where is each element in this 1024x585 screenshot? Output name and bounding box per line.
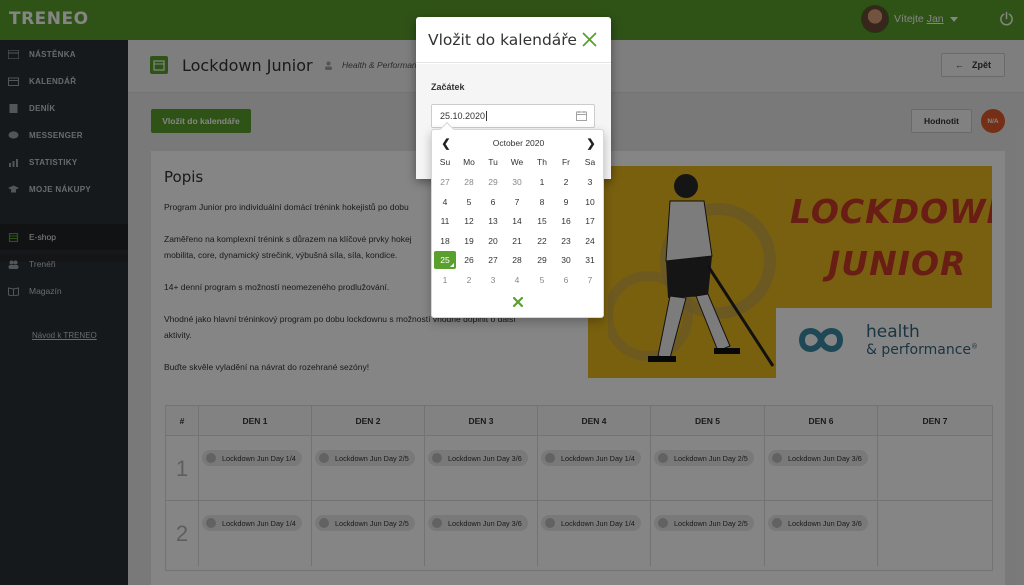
- start-date-label: Začátek: [431, 82, 465, 92]
- calendar-day[interactable]: 23: [555, 232, 577, 250]
- calendar-day[interactable]: 5: [531, 271, 553, 289]
- weekday-label: Fr: [561, 157, 571, 167]
- calendar-day[interactable]: 6: [482, 193, 504, 211]
- weekday-label: Tu: [488, 157, 498, 167]
- calendar-day[interactable]: 20: [482, 232, 504, 250]
- calendar-day[interactable]: 3: [482, 271, 504, 289]
- text-cursor: [486, 111, 488, 121]
- calendar-day[interactable]: 2: [555, 173, 577, 191]
- calendar-day[interactable]: 30: [506, 173, 528, 191]
- calendar-day[interactable]: 10: [579, 193, 601, 211]
- calendar-day[interactable]: 28: [506, 251, 528, 269]
- calendar-day[interactable]: 15: [531, 212, 553, 230]
- calendar-day[interactable]: 3: [579, 173, 601, 191]
- chevron-right-icon[interactable]: ❯: [584, 136, 598, 150]
- calendar-day[interactable]: 2: [458, 271, 480, 289]
- calendar-day[interactable]: 7: [579, 271, 601, 289]
- calendar-day[interactable]: 18: [434, 232, 456, 250]
- calendar-day[interactable]: 31: [579, 251, 601, 269]
- calendar-day[interactable]: 4: [434, 193, 456, 211]
- weekday-label: Su: [439, 157, 451, 167]
- weekday-label: We: [510, 157, 524, 167]
- calendar-day[interactable]: 26: [458, 251, 480, 269]
- calendar-day[interactable]: 22: [531, 232, 553, 250]
- datepicker-month[interactable]: October 2020: [462, 138, 575, 148]
- calendar-day[interactable]: 12: [458, 212, 480, 230]
- calendar-day[interactable]: 5: [458, 193, 480, 211]
- calendar-day[interactable]: 13: [482, 212, 504, 230]
- chevron-left-icon[interactable]: ❮: [439, 136, 453, 150]
- calendar-day[interactable]: 1: [434, 271, 456, 289]
- calendar-day[interactable]: 19: [458, 232, 480, 250]
- calendar-day[interactable]: 6: [555, 271, 577, 289]
- modal-header: Vložit do kalendáře: [416, 17, 611, 63]
- calendar-day[interactable]: 29: [482, 173, 504, 191]
- calendar-day[interactable]: 1: [531, 173, 553, 191]
- calendar-day[interactable]: 8: [531, 193, 553, 211]
- calendar-day[interactable]: 4: [506, 271, 528, 289]
- calendar-day[interactable]: 30: [555, 251, 577, 269]
- calendar-day[interactable]: 24: [579, 232, 601, 250]
- calendar-day[interactable]: 28: [458, 173, 480, 191]
- weekday-label: Mo: [463, 157, 475, 167]
- weekday-label: Th: [537, 157, 547, 167]
- calendar-day[interactable]: 9: [555, 193, 577, 211]
- calendar-day[interactable]: 29: [531, 251, 553, 269]
- calendar-day[interactable]: 21: [506, 232, 528, 250]
- calendar-day[interactable]: 11: [434, 212, 456, 230]
- clear-date-icon[interactable]: [512, 296, 524, 308]
- datepicker: ❮ October 2020 ❯ Su Mo Tu We Th Fr Sa 27 28 29 30 1…: [431, 121, 604, 318]
- calendar-day[interactable]: 16: [555, 212, 577, 230]
- calendar-day[interactable]: 7: [506, 193, 528, 211]
- calendar-icon[interactable]: [576, 111, 587, 121]
- calendar-day[interactable]: 27: [482, 251, 504, 269]
- start-date-value: 25.10.2020: [440, 111, 486, 121]
- calendar-day[interactable]: 17: [579, 212, 601, 230]
- calendar-day[interactable]: 14: [506, 212, 528, 230]
- calendar-day[interactable]: 27: [434, 173, 456, 191]
- selected-day[interactable]: 25: [434, 251, 456, 270]
- modal-title: Vložit do kalendáře: [428, 31, 577, 49]
- close-icon[interactable]: [582, 32, 597, 47]
- weekday-label: Sa: [584, 157, 596, 167]
- start-date-input[interactable]: 25.10.2020: [431, 104, 595, 128]
